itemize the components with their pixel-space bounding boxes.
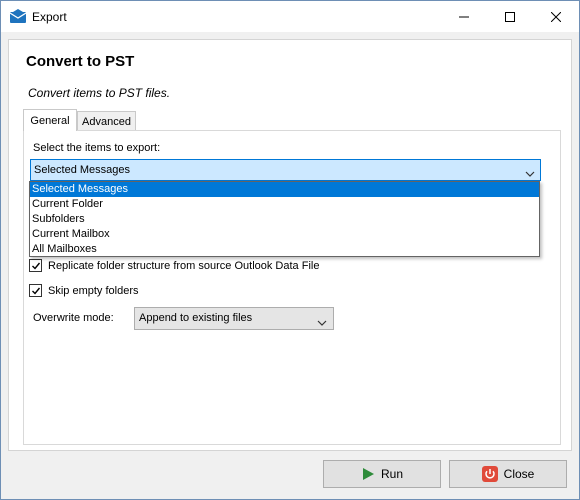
tab-general[interactable]: General [23, 109, 77, 131]
overwrite-mode-select[interactable]: Append to existing files [134, 307, 334, 330]
skip-empty-checkbox[interactable] [29, 284, 42, 297]
minimize-icon [459, 16, 469, 17]
export-items-value: Selected Messages [34, 164, 130, 176]
dropdown-option[interactable]: Current Mailbox [30, 227, 539, 242]
export-items-combobox[interactable]: Selected Messages [30, 159, 541, 181]
export-items-dropdown-list: Selected Messages Current Folder Subfold… [29, 181, 540, 257]
maximize-button[interactable] [487, 1, 533, 32]
dropdown-option[interactable]: All Mailboxes [30, 242, 539, 257]
window-title: Export [32, 10, 67, 24]
maximize-icon [505, 11, 515, 22]
run-button-label: Run [380, 467, 403, 481]
close-button[interactable]: Close [449, 460, 567, 488]
chevron-down-icon [317, 314, 327, 335]
close-button-label: Close [503, 467, 535, 481]
minimize-button[interactable] [441, 1, 487, 32]
checkmark-icon [31, 287, 40, 295]
play-icon [361, 467, 375, 481]
power-icon [481, 466, 498, 482]
page-title: Convert to PST [26, 53, 135, 70]
skip-empty-option[interactable]: Skip empty folders [29, 284, 138, 297]
replicate-label: Replicate folder structure from source O… [48, 259, 320, 272]
dropdown-option[interactable]: Current Folder [30, 197, 539, 212]
page-subtitle: Convert items to PST files. [28, 86, 171, 100]
dropdown-option[interactable]: Subfolders [30, 212, 539, 227]
checkmark-icon [31, 262, 40, 270]
overwrite-mode-value: Append to existing files [139, 312, 253, 324]
overwrite-mode-label: Overwrite mode: [33, 312, 114, 324]
window-close-button[interactable] [533, 1, 579, 32]
export-items-label: Select the items to export: [33, 142, 161, 154]
title-bar[interactable]: Export [1, 1, 579, 32]
replicate-checkbox[interactable] [29, 259, 42, 272]
tab-advanced[interactable]: Advanced [77, 111, 136, 131]
skip-empty-label: Skip empty folders [48, 284, 139, 297]
dropdown-option[interactable]: Selected Messages [30, 182, 539, 197]
export-dialog: Export Convert to PST Convert items to P… [0, 0, 580, 500]
close-icon [551, 11, 561, 22]
mail-app-icon [9, 9, 27, 23]
run-button[interactable]: Run [323, 460, 441, 488]
replicate-folder-option[interactable]: Replicate folder structure from source O… [29, 259, 319, 272]
